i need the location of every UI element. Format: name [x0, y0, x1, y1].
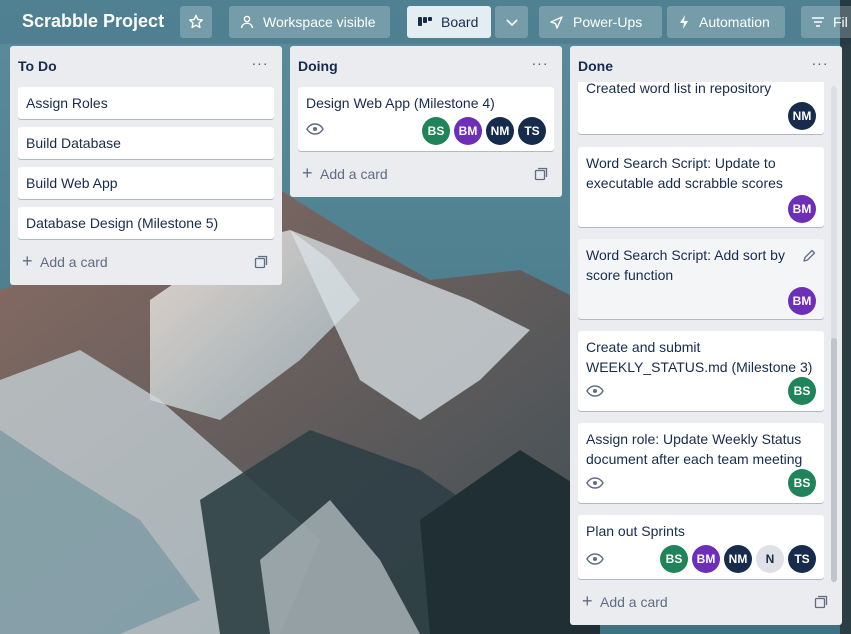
add-card-button[interactable]: + Add a card	[578, 589, 834, 617]
member-avatar[interactable]: BS	[788, 469, 816, 497]
workspace-visibility-button[interactable]: Workspace visible	[229, 6, 390, 38]
member-avatar[interactable]: TS	[518, 117, 546, 145]
list-to-do: To Do ··· Assign Roles Build Database Bu…	[10, 46, 282, 285]
card-title: Plan out Sprints	[586, 523, 685, 539]
filter-label: Fil	[833, 14, 848, 30]
card-assign-roles[interactable]: Assign Roles	[18, 87, 274, 119]
list-doing: Doing ··· Design Web App (Milestone 4) B…	[290, 46, 562, 197]
card-created-word-list[interactable]: Created word list in repository NM	[578, 82, 824, 134]
member-avatar[interactable]: N	[756, 545, 784, 573]
card-title: Database Design (Milestone 5)	[26, 215, 219, 231]
pencil-edit-icon[interactable]	[802, 249, 816, 263]
star-icon	[189, 14, 203, 29]
list-menu-icon[interactable]: ···	[530, 56, 550, 74]
rocket-icon	[550, 16, 563, 29]
board-title[interactable]: Scrabble Project	[22, 8, 164, 34]
add-card-button[interactable]: + Add a card	[298, 161, 554, 189]
board-icon	[418, 17, 432, 26]
template-icon[interactable]	[814, 595, 828, 609]
view-switcher-button[interactable]	[495, 6, 528, 38]
watching-eye-icon	[586, 385, 604, 397]
card-title: Build Database	[26, 135, 121, 151]
list-title[interactable]: Done	[578, 58, 613, 74]
workspace-visibility-label: Workspace visible	[263, 14, 376, 30]
card-assign-role-weekly[interactable]: Assign role: Update Weekly Status docume…	[578, 423, 824, 503]
list-header: Doing ···	[298, 56, 554, 78]
card-build-web-app[interactable]: Build Web App	[18, 167, 274, 199]
card-weekly-status[interactable]: Create and submit WEEKLY_STATUS.md (Mile…	[578, 331, 824, 411]
card-members: BM	[784, 287, 816, 315]
member-avatar[interactable]: BM	[692, 545, 720, 573]
member-avatar[interactable]: BS	[422, 117, 450, 145]
card-plan-sprints[interactable]: Plan out Sprints BS BM NM N TS	[578, 515, 824, 579]
card-database-design[interactable]: Database Design (Milestone 5)	[18, 207, 274, 239]
add-card-label: Add a card	[40, 254, 108, 270]
filter-button[interactable]: Fil	[801, 6, 851, 38]
add-card-label: Add a card	[320, 166, 388, 182]
card-members: BS	[784, 469, 816, 497]
board-view-button[interactable]: Board	[407, 6, 491, 38]
member-avatar[interactable]: NM	[486, 117, 514, 145]
people-icon	[240, 15, 254, 29]
lightning-icon	[680, 15, 688, 29]
card-members: BS BM NM TS	[418, 117, 546, 145]
member-avatar[interactable]: BM	[788, 195, 816, 223]
watching-eye-icon	[306, 123, 324, 135]
list-scrollbar[interactable]	[831, 86, 837, 582]
automation-button[interactable]: Automation	[667, 6, 785, 38]
card-members: BM	[784, 195, 816, 223]
power-ups-button[interactable]: Power-Ups	[539, 6, 662, 38]
list-header: Done ···	[578, 56, 834, 78]
member-avatar[interactable]: TS	[788, 545, 816, 573]
card-design-web-app[interactable]: Design Web App (Milestone 4) BS BM NM TS	[298, 87, 554, 151]
member-avatar[interactable]: BS	[788, 377, 816, 405]
template-icon[interactable]	[534, 167, 548, 181]
card-members: NM	[784, 102, 816, 130]
chevron-down-icon	[506, 19, 518, 27]
card-title: Assign Roles	[26, 95, 108, 111]
watching-eye-icon	[586, 477, 604, 489]
card-title: Assign role: Update Weekly Status docume…	[586, 431, 803, 467]
list-menu-icon[interactable]: ···	[250, 56, 270, 74]
card-title: Design Web App (Milestone 4)	[306, 95, 495, 111]
template-icon[interactable]	[254, 255, 268, 269]
add-card-label: Add a card	[600, 594, 668, 610]
automation-label: Automation	[699, 14, 770, 30]
plus-icon: +	[302, 163, 313, 183]
member-avatar[interactable]: BM	[454, 117, 482, 145]
scrollbar-thumb[interactable]	[831, 338, 837, 582]
list-title[interactable]: Doing	[298, 58, 338, 74]
filter-icon	[812, 17, 824, 27]
card-members: BS	[784, 377, 816, 405]
list-menu-icon[interactable]: ···	[810, 56, 830, 74]
board-header: Scrabble Project Workspace visible Board…	[0, 0, 851, 44]
card-title: Create and submit WEEKLY_STATUS.md (Mile…	[586, 339, 813, 375]
card-title: Word Search Script: Add sort by score fu…	[586, 247, 785, 283]
plus-icon: +	[582, 591, 593, 611]
member-avatar[interactable]: BM	[788, 287, 816, 315]
card-build-database[interactable]: Build Database	[18, 127, 274, 159]
card-word-search-update[interactable]: Word Search Script: Update to executable…	[578, 147, 824, 227]
plus-icon: +	[22, 251, 33, 271]
list-header: To Do ···	[18, 56, 274, 78]
member-avatar[interactable]: NM	[724, 545, 752, 573]
list-done: Done ··· Created word list in repository…	[570, 46, 842, 625]
card-title: Build Web App	[26, 175, 118, 191]
card-title: Word Search Script: Update to executable…	[586, 155, 783, 191]
watching-eye-icon	[586, 553, 604, 565]
add-card-button[interactable]: + Add a card	[18, 249, 274, 277]
power-ups-label: Power-Ups	[573, 14, 643, 30]
list-cards-scroll-area[interactable]: Created word list in repository NM Word …	[570, 82, 832, 584]
star-button[interactable]	[180, 6, 212, 38]
member-avatar[interactable]: NM	[788, 102, 816, 130]
board-view-label: Board	[441, 14, 479, 30]
list-title[interactable]: To Do	[18, 58, 57, 74]
card-title: Created word list in repository	[586, 82, 772, 96]
card-word-search-sort[interactable]: Word Search Script: Add sort by score fu…	[578, 239, 824, 319]
card-members: BS BM NM N TS	[656, 545, 816, 573]
member-avatar[interactable]: BS	[660, 545, 688, 573]
